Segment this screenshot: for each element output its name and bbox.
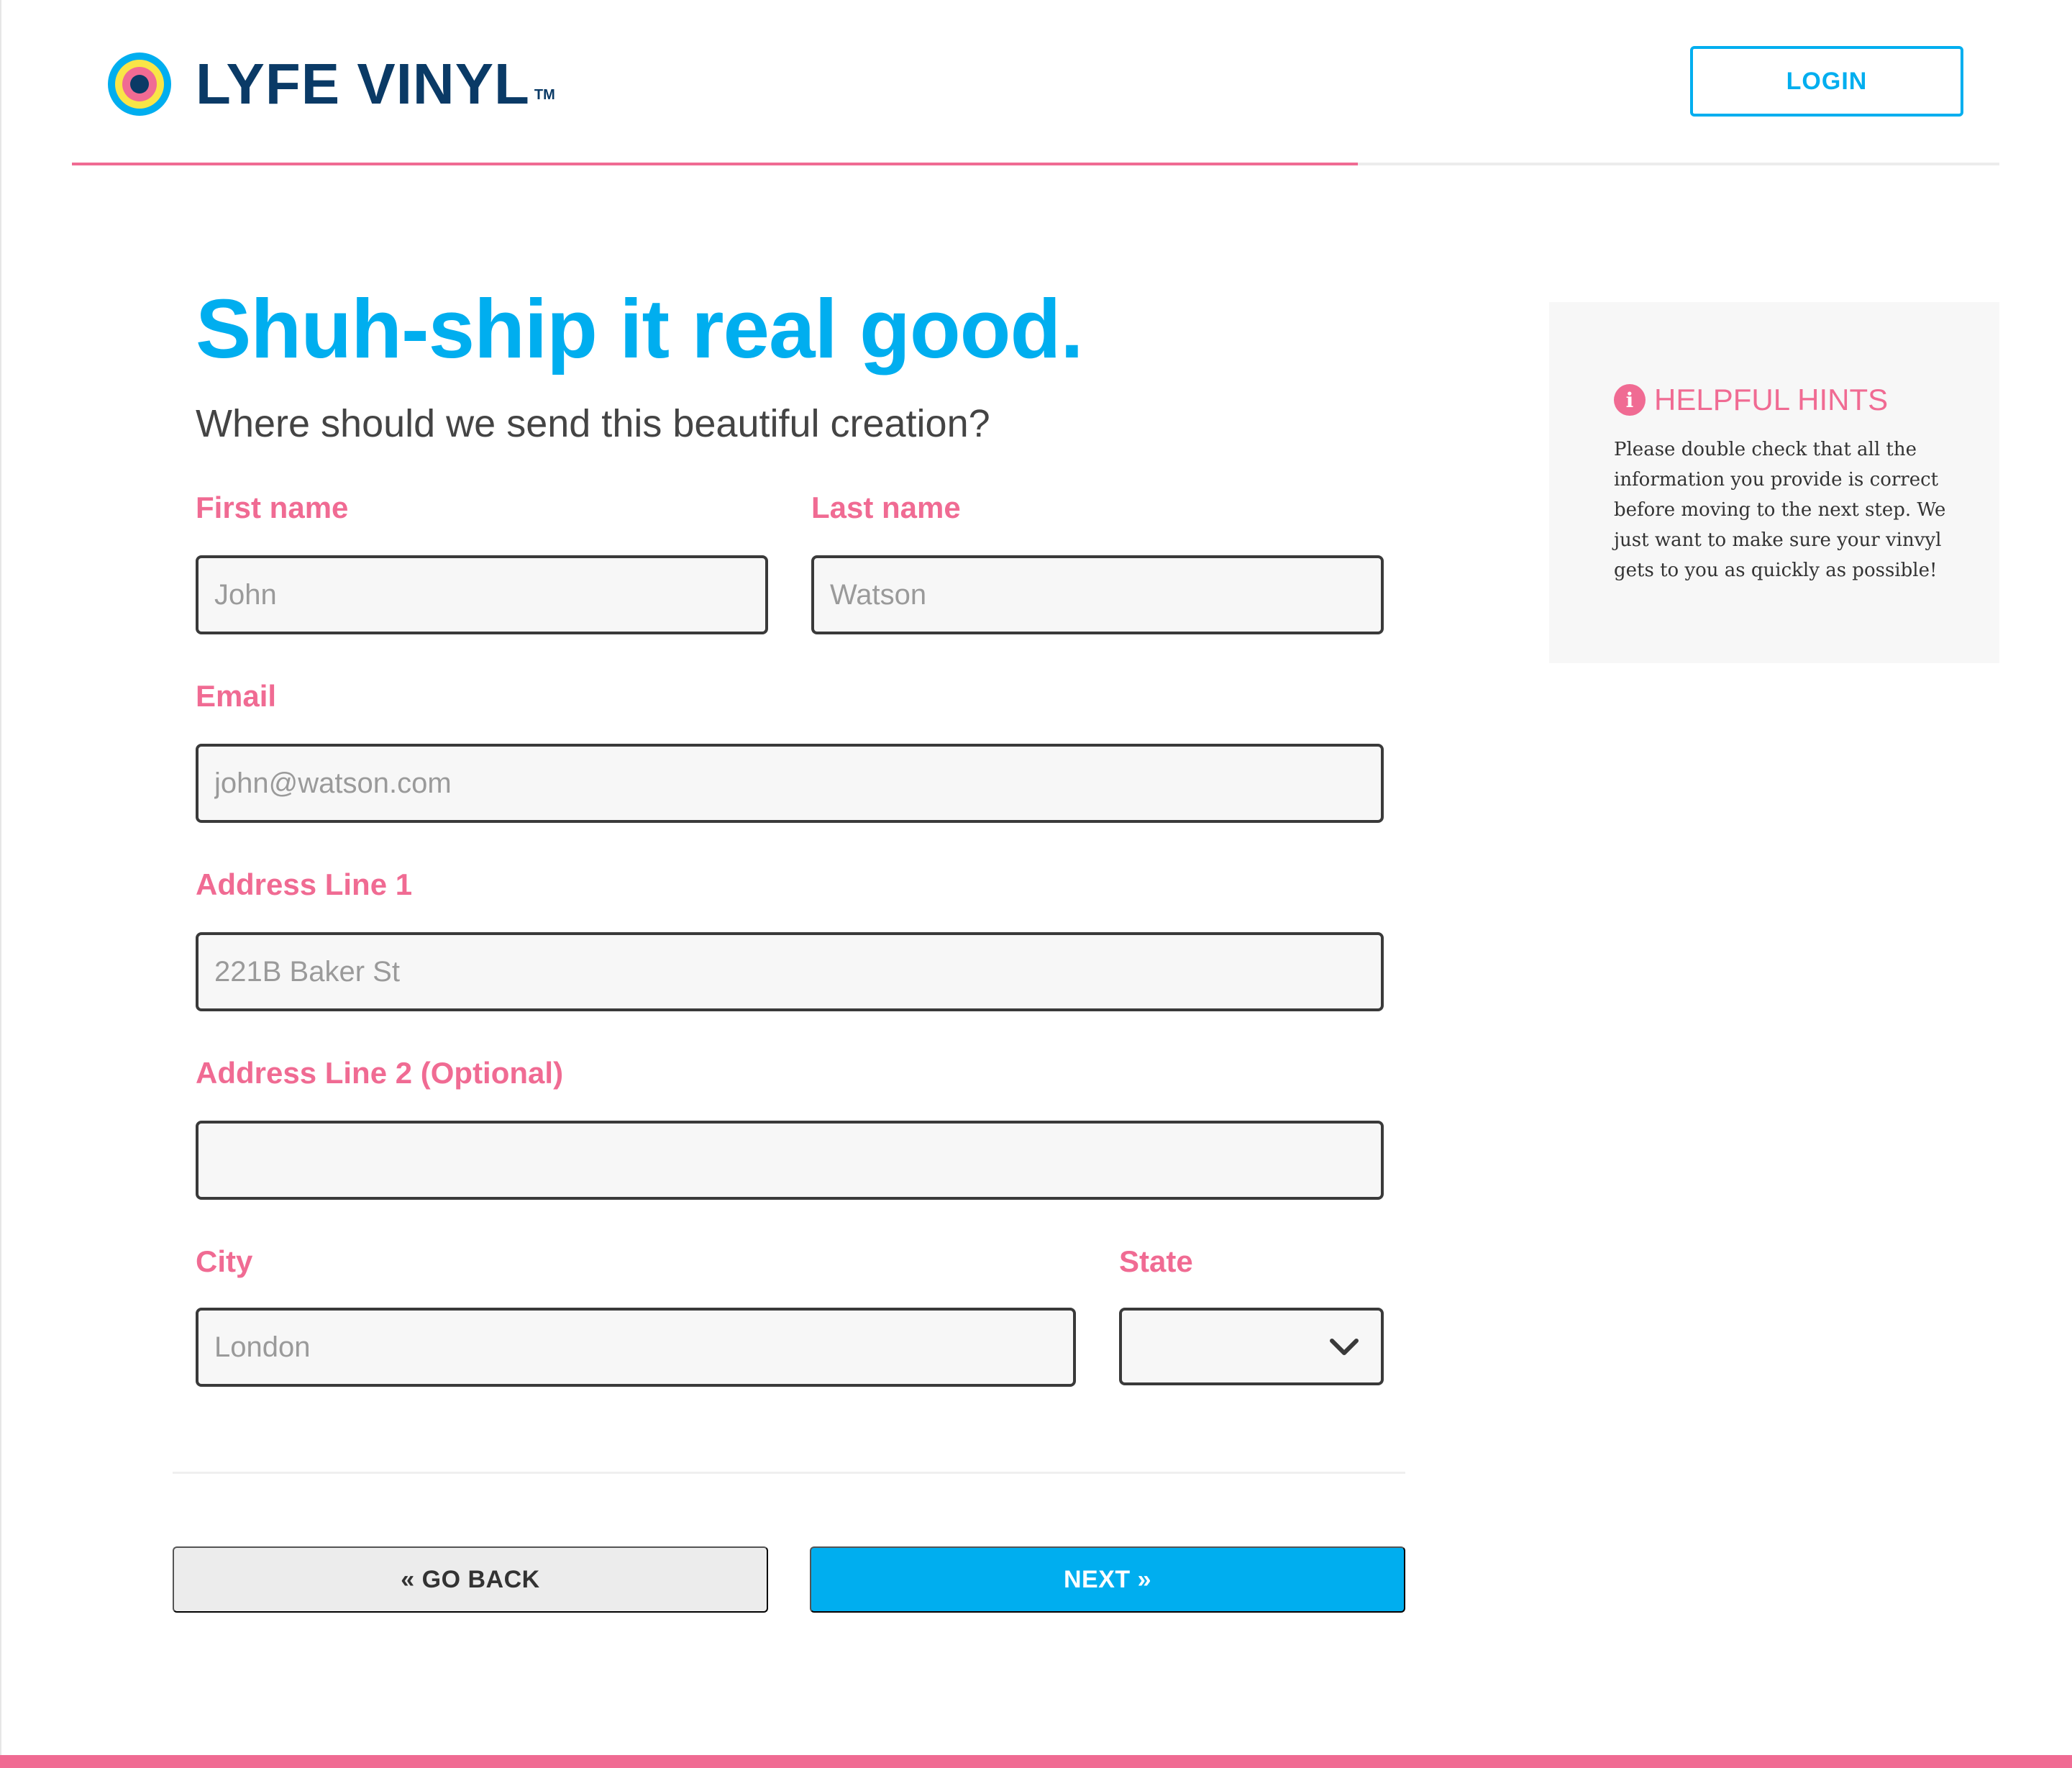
- first-name-input[interactable]: [196, 555, 768, 634]
- brand-name: LYFE VINYL: [196, 52, 530, 116]
- progress-fill: [72, 163, 1358, 165]
- footer-accent-bar: [0, 1755, 2072, 1768]
- brand-logo[interactable]: LYFE VINYL TM: [108, 52, 555, 117]
- state-select[interactable]: [1119, 1308, 1384, 1385]
- helpful-hints-header: i HELPFUL HINTS: [1614, 383, 1888, 417]
- next-button[interactable]: NEXT »: [810, 1546, 1405, 1613]
- address-line-2-input[interactable]: [196, 1121, 1384, 1200]
- helpful-hints-text: Please double check that all the informa…: [1614, 439, 1946, 581]
- page-subtitle: Where should we send this beautiful crea…: [196, 402, 990, 445]
- city-label: City: [196, 1244, 253, 1278]
- login-button[interactable]: LOGIN: [1690, 46, 1963, 117]
- address-line-1-label: Address Line 1: [196, 867, 413, 901]
- last-name-label: Last name: [811, 491, 961, 524]
- form-divider: [173, 1472, 1405, 1474]
- first-name-label: First name: [196, 491, 349, 524]
- go-back-button[interactable]: « GO BACK: [173, 1546, 768, 1613]
- checkout-progress-bar: [72, 163, 1999, 165]
- address-line-1-input[interactable]: [196, 932, 1384, 1011]
- vinyl-record-icon: [108, 53, 171, 116]
- city-input[interactable]: [196, 1308, 1076, 1387]
- info-icon: i: [1614, 384, 1646, 416]
- helpful-hints-title: HELPFUL HINTS: [1654, 383, 1889, 416]
- address-line-2-label: Address Line 2 (Optional): [196, 1056, 564, 1090]
- trademark-mark: TM: [534, 87, 555, 103]
- email-input[interactable]: [196, 744, 1384, 823]
- email-label: Email: [196, 679, 277, 713]
- state-label: State: [1119, 1244, 1193, 1278]
- page-title: Shuh-ship it real good.: [196, 282, 1084, 375]
- helpful-hints-panel: i HELPFUL HINTS Please double check that…: [1549, 302, 1999, 663]
- chevron-down-icon: [1330, 1339, 1359, 1355]
- last-name-input[interactable]: [811, 555, 1384, 634]
- page-edge: [0, 0, 1, 1768]
